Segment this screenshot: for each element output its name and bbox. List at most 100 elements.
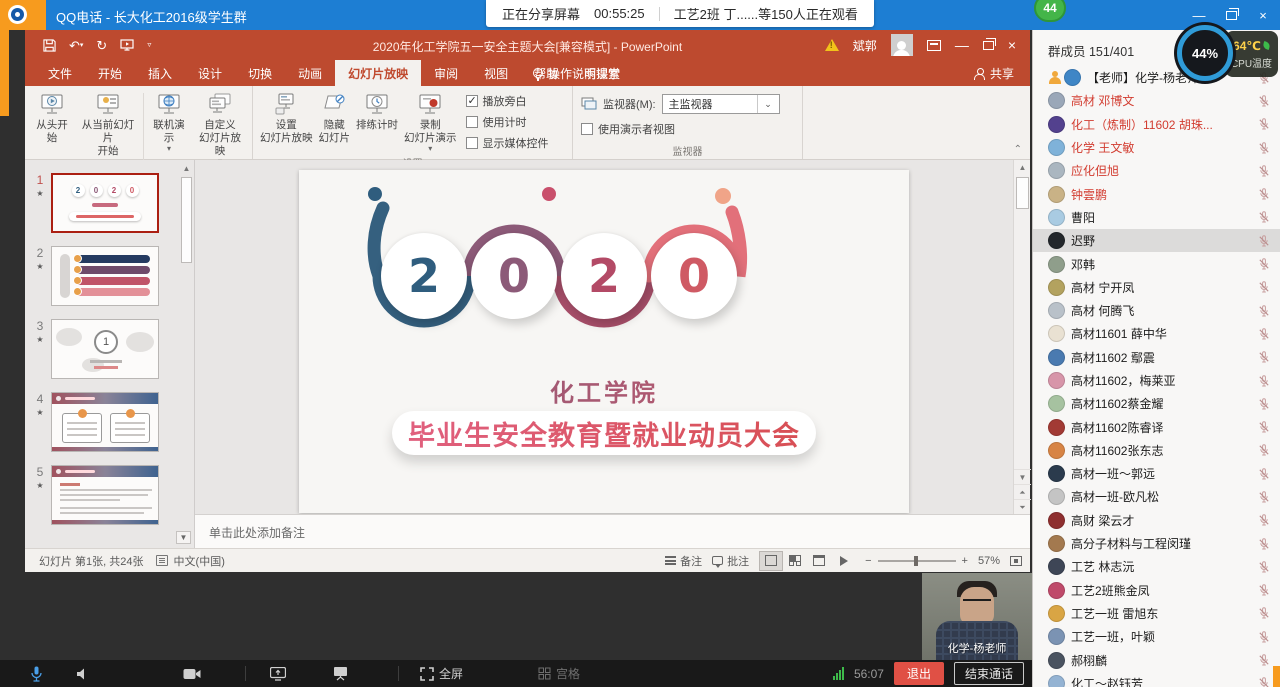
notes-pane[interactable]: 单击此处添加备注 [195, 514, 1030, 548]
tab-动画[interactable]: 动画 [285, 60, 335, 86]
notes-placeholder[interactable]: 单击此处添加备注 [209, 524, 305, 541]
zoom-out-button[interactable]: − [865, 555, 871, 567]
comments-toggle[interactable]: 批注 [712, 553, 749, 569]
thumb-canvas-5[interactable] [51, 465, 159, 525]
warning-icon[interactable] [825, 39, 839, 51]
zoom-slider-thumb[interactable] [914, 556, 918, 566]
redo-icon[interactable]: ↻ [96, 39, 107, 52]
zoom-slider[interactable] [878, 560, 956, 562]
tab-视图[interactable]: 视图 [471, 60, 521, 86]
tab-设计[interactable]: 设计 [185, 60, 235, 86]
from-beginning-button[interactable]: 从头开始 [29, 89, 75, 168]
undo-icon[interactable]: ↶▾ [69, 39, 83, 52]
scroll-up-icon[interactable]: ▲ [1014, 160, 1031, 175]
collapse-ribbon-icon[interactable]: ⌃ [1014, 144, 1022, 155]
tab-开始[interactable]: 开始 [85, 60, 135, 86]
slide-thumbnail-1[interactable]: 1★ 2 0 2 0 [29, 173, 188, 233]
thumb-canvas-4[interactable] [51, 392, 159, 452]
from-current-slide-button[interactable]: 从当前幻灯片 开始 [75, 89, 141, 168]
member-row[interactable]: 钟雲鹏 [1033, 182, 1280, 205]
member-row[interactable]: 工艺2班熊金凤 [1033, 579, 1280, 602]
member-row[interactable]: 高材11602，梅莱亚 [1033, 369, 1280, 392]
slide-thumbnail-4[interactable]: 4★ [29, 392, 188, 452]
slide-thumbnail-3[interactable]: 3★ 1 [29, 319, 188, 379]
slide-thumbnail-5[interactable]: 5★ [29, 465, 188, 525]
panel-scroll-thumb[interactable] [181, 177, 192, 263]
proofing-icon[interactable] [156, 555, 168, 566]
whiteboard-button[interactable] [333, 660, 348, 687]
thumb-canvas-3[interactable]: 1 [51, 319, 159, 379]
member-row[interactable]: 工艺一班 雷旭东 [1033, 602, 1280, 625]
member-row[interactable]: 化工～赵钰芳 [1033, 672, 1280, 687]
hide-slide-button[interactable]: 隐藏 幻灯片 [316, 89, 354, 155]
microphone-button[interactable] [30, 660, 43, 687]
fullscreen-button[interactable]: 全屏 [420, 660, 463, 687]
ppt-minimize-button[interactable]: — [955, 37, 969, 53]
member-row[interactable]: 迟野 [1033, 229, 1280, 252]
notification-badge[interactable]: 44 [1034, 0, 1066, 22]
tab-幻灯片放映[interactable]: 幻灯片放映 [335, 60, 421, 86]
member-row[interactable]: 高材一班-欧凡松 [1033, 485, 1280, 508]
member-row[interactable]: 工艺一班，叶颖 [1033, 625, 1280, 648]
member-list[interactable]: 【老师】化学-杨老师 高材 邓博文 化工（炼制）11602 胡珠... 化学 王… [1033, 66, 1280, 687]
checkbox-play-narrations[interactable]: 播放旁白 [466, 93, 549, 109]
record-slideshow-button[interactable]: 录制 幻灯片演示 ▾ [401, 89, 460, 155]
checkbox-use-timings[interactable]: 使用计时 [466, 114, 549, 130]
panel-scroll-down-button[interactable]: ▼ [176, 531, 191, 544]
tab-插入[interactable]: 插入 [135, 60, 185, 86]
tell-me-search[interactable]: 操作说明搜索 [521, 60, 632, 86]
language-indicator[interactable]: 中文(中国) [174, 553, 225, 569]
tab-文件[interactable]: 文件 [35, 60, 85, 86]
webcam-video-thumbnail[interactable]: 化学-杨老师 [922, 573, 1032, 660]
screen-share-banner[interactable]: 正在分享屏幕 00:55:25 工艺2班 丁......等150人正在观看 [486, 0, 874, 27]
slide-thumbnail-2[interactable]: 2★ [29, 246, 188, 306]
member-row[interactable]: 曹阳 [1033, 206, 1280, 229]
qq-minimize-button[interactable]: — [1190, 8, 1208, 23]
customize-qat-icon[interactable]: ▿ [147, 41, 151, 49]
zoom-percentage[interactable]: 57% [978, 555, 1000, 567]
scroll-down-icon[interactable]: ▼ [1014, 469, 1031, 484]
ppt-maximize-button[interactable] [983, 37, 994, 53]
slideshow-view-button[interactable] [831, 551, 855, 571]
previous-slide-button[interactable]: ⏶ [1014, 484, 1031, 499]
slide-thumbnail-panel[interactable]: 1★ 2 0 2 0 2★ [25, 160, 195, 548]
slide-area-scrollbar[interactable]: ▲ ▼ ⏶ ⏷ [1013, 160, 1030, 514]
scroll-up-icon[interactable]: ▲ [180, 162, 193, 175]
camera-button[interactable] [183, 660, 201, 687]
zoom-in-button[interactable]: + [962, 555, 968, 567]
slide-sorter-view-button[interactable] [783, 551, 807, 571]
slide-canvas[interactable]: 2 0 2 0 化工学院 毕业生安全教育暨就业动员大会 [299, 170, 909, 513]
member-row[interactable]: 工艺 林志沅 [1033, 555, 1280, 578]
ppt-close-button[interactable]: × [1008, 37, 1016, 53]
setup-slideshow-button[interactable]: 设置 幻灯片放映 [257, 89, 316, 155]
account-name[interactable]: 斌郭 [853, 37, 877, 54]
notes-toggle[interactable]: 备注 [665, 553, 702, 569]
rehearse-timings-button[interactable]: 排练计时 [353, 89, 401, 155]
member-row[interactable]: 郝栩麟 [1033, 648, 1280, 671]
member-row[interactable]: 应化但旭 [1033, 159, 1280, 182]
share-button[interactable]: 共享 [974, 60, 1030, 86]
account-avatar[interactable] [891, 34, 913, 56]
normal-view-button[interactable] [759, 551, 783, 571]
thumb-canvas-1[interactable]: 2 0 2 0 [51, 173, 159, 233]
member-row[interactable]: 邓韩 [1033, 252, 1280, 275]
share-screen-button[interactable] [270, 660, 286, 687]
member-row[interactable]: 高材 何腾飞 [1033, 299, 1280, 322]
member-row[interactable]: 化工（炼制）11602 胡珠... [1033, 113, 1280, 136]
member-row[interactable]: 高材 宁开凤 [1033, 276, 1280, 299]
member-row[interactable]: 高材11602张东志 [1033, 439, 1280, 462]
tab-审阅[interactable]: 审阅 [421, 60, 471, 86]
member-row[interactable]: 化学 王文敏 [1033, 136, 1280, 159]
member-row[interactable]: 高材11601 薛中华 [1033, 322, 1280, 345]
next-slide-button[interactable]: ⏷ [1014, 499, 1031, 514]
exit-button[interactable]: 退出 [894, 662, 944, 685]
cpu-usage-gauge[interactable]: 44% [1177, 25, 1233, 81]
monitor-select[interactable]: 主监视器 ⌄ [662, 94, 780, 114]
fit-to-window-icon[interactable] [1010, 556, 1022, 566]
slide-title-banner[interactable]: 毕业生安全教育暨就业动员大会 [392, 411, 816, 455]
member-row[interactable]: 高财 梁云才 [1033, 509, 1280, 532]
reading-view-button[interactable] [807, 551, 831, 571]
member-row[interactable]: 高材11602 鄢震 [1033, 346, 1280, 369]
panel-scrollbar[interactable]: ▲ [180, 162, 193, 282]
member-row[interactable]: 高材一班～郭远 [1033, 462, 1280, 485]
